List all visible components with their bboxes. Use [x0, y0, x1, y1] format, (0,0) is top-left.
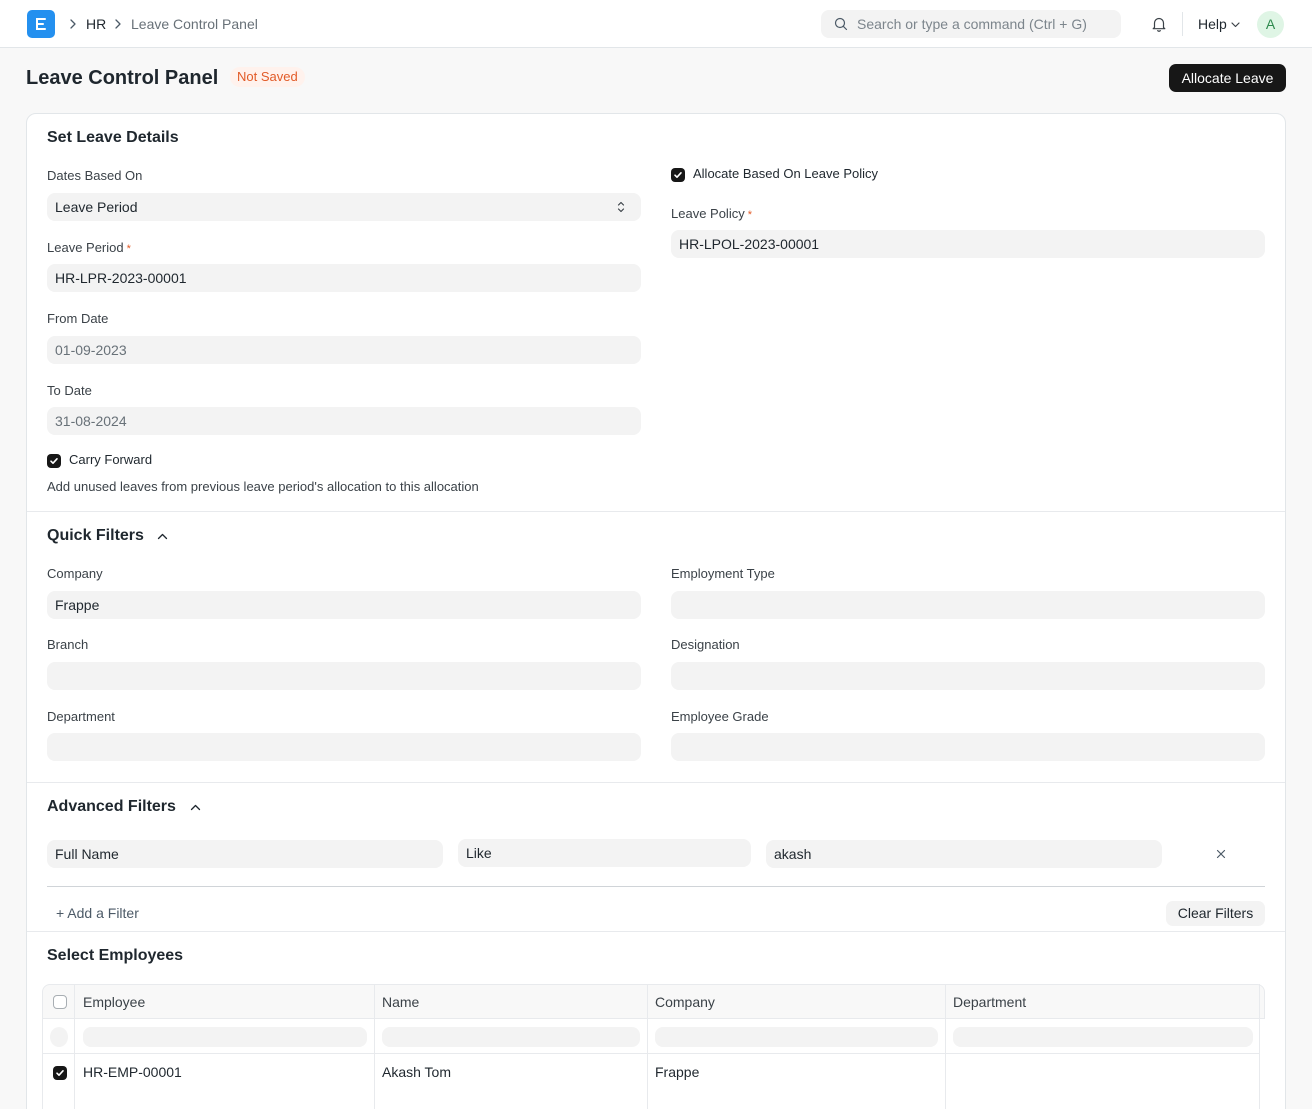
- company-field[interactable]: Frappe: [47, 591, 641, 619]
- navbar-divider: [1182, 12, 1183, 36]
- select-all-checkbox[interactable]: [53, 995, 67, 1009]
- section-divider: [27, 511, 1285, 512]
- select-arrows-icon: [617, 201, 625, 213]
- filter-row-company[interactable]: [655, 1027, 938, 1047]
- filter-value-input[interactable]: akash: [766, 840, 1162, 868]
- employee-grade-field[interactable]: [671, 733, 1265, 761]
- leave-policy-label: Leave Policy *: [671, 206, 752, 221]
- checkmark-icon: [50, 458, 58, 464]
- chevron-down-icon[interactable]: [1230, 19, 1241, 30]
- search-icon: [834, 17, 848, 31]
- carry-forward-checkbox[interactable]: [47, 454, 61, 468]
- cell-name[interactable]: Akash Tom: [382, 1064, 451, 1080]
- bell-icon[interactable]: [1150, 15, 1168, 33]
- dates-based-on-value: Leave Period: [55, 199, 138, 215]
- table-header: [42, 984, 1265, 1019]
- column-header-employee[interactable]: Employee: [83, 994, 145, 1010]
- employees-table: Employee Name Company Department HR-EMP-…: [42, 984, 1265, 1109]
- column-header-department[interactable]: Department: [953, 994, 1026, 1010]
- search-bar[interactable]: [821, 10, 1121, 38]
- column-header-company[interactable]: Company: [655, 994, 715, 1010]
- dates-based-on-label: Dates Based On: [47, 168, 143, 183]
- leave-period-label: Leave Period *: [47, 240, 131, 255]
- allocate-by-policy-label[interactable]: Allocate Based On Leave Policy: [693, 166, 878, 182]
- checkmark-icon: [674, 172, 682, 178]
- filter-row-cell[interactable]: [50, 1027, 68, 1047]
- column-header-name[interactable]: Name: [382, 994, 419, 1010]
- cell-employee[interactable]: HR-EMP-00001: [83, 1064, 182, 1080]
- avatar[interactable]: A: [1257, 11, 1284, 38]
- app-logo[interactable]: [27, 10, 55, 38]
- allocate-by-policy-checkbox[interactable]: [671, 168, 685, 182]
- section-divider: [27, 782, 1285, 783]
- dates-based-on-select[interactable]: Leave Period: [47, 193, 641, 221]
- section-title-leave-details: Set Leave Details: [47, 129, 179, 146]
- section-title-quick-filters[interactable]: Quick Filters: [47, 526, 144, 546]
- company-label: Company: [47, 566, 103, 581]
- branch-label: Branch: [47, 637, 89, 652]
- carry-forward-label[interactable]: Carry Forward: [69, 452, 152, 468]
- row-checkbox[interactable]: [53, 1066, 67, 1080]
- page-title: Leave Control Panel: [26, 67, 219, 89]
- filter-row-name[interactable]: [382, 1027, 640, 1047]
- designation-field[interactable]: [671, 662, 1265, 690]
- from-date-field[interactable]: 01-09-2023: [47, 336, 641, 364]
- cell-company[interactable]: Frappe: [655, 1064, 699, 1080]
- department-label: Department: [47, 709, 115, 724]
- department-field[interactable]: [47, 733, 641, 761]
- filter-field-select[interactable]: Full Name: [47, 840, 443, 868]
- section-title-select-employees: Select Employees: [47, 947, 184, 964]
- chevron-up-icon[interactable]: [189, 801, 202, 814]
- chevron-right-icon: [70, 19, 76, 29]
- section-title-advanced-filters[interactable]: Advanced Filters: [47, 797, 176, 817]
- employee-grade-label: Employee Grade: [671, 709, 769, 724]
- search-input[interactable]: [857, 10, 1117, 38]
- close-icon[interactable]: [1214, 847, 1228, 861]
- carry-forward-description: Add unused leaves from previous leave pe…: [47, 479, 479, 494]
- checkmark-icon: [56, 1070, 64, 1076]
- employment-type-field[interactable]: [671, 591, 1265, 619]
- filter-condition-select[interactable]: Like: [458, 839, 751, 867]
- branch-field[interactable]: [47, 662, 641, 690]
- breadcrumb-hr[interactable]: HR: [86, 16, 106, 32]
- from-date-label: From Date: [47, 311, 109, 326]
- section-divider: [27, 931, 1285, 932]
- chevron-up-icon[interactable]: [156, 530, 169, 543]
- add-filter-button[interactable]: + Add a Filter: [56, 905, 139, 921]
- leave-policy-field[interactable]: HR-LPOL-2023-00001: [671, 230, 1265, 258]
- employment-type-label: Employment Type: [671, 566, 775, 581]
- designation-label: Designation: [671, 637, 740, 652]
- navbar: HR Leave Control Panel Help A: [0, 0, 1312, 48]
- to-date-label: To Date: [47, 383, 92, 398]
- filter-row-employee[interactable]: [83, 1027, 367, 1047]
- filter-divider: [47, 886, 1265, 887]
- filter-row-department[interactable]: [953, 1027, 1253, 1047]
- chevron-right-icon: [115, 19, 121, 29]
- leave-period-field[interactable]: HR-LPR-2023-00001: [47, 264, 641, 292]
- clear-filters-button[interactable]: Clear Filters: [1166, 901, 1265, 926]
- to-date-field[interactable]: 31-08-2024: [47, 407, 641, 435]
- allocate-leave-button[interactable]: Allocate Leave: [1169, 64, 1286, 92]
- help-menu[interactable]: Help: [1198, 16, 1227, 32]
- status-badge: Not Saved: [230, 67, 305, 87]
- breadcrumb-current[interactable]: Leave Control Panel: [131, 16, 258, 32]
